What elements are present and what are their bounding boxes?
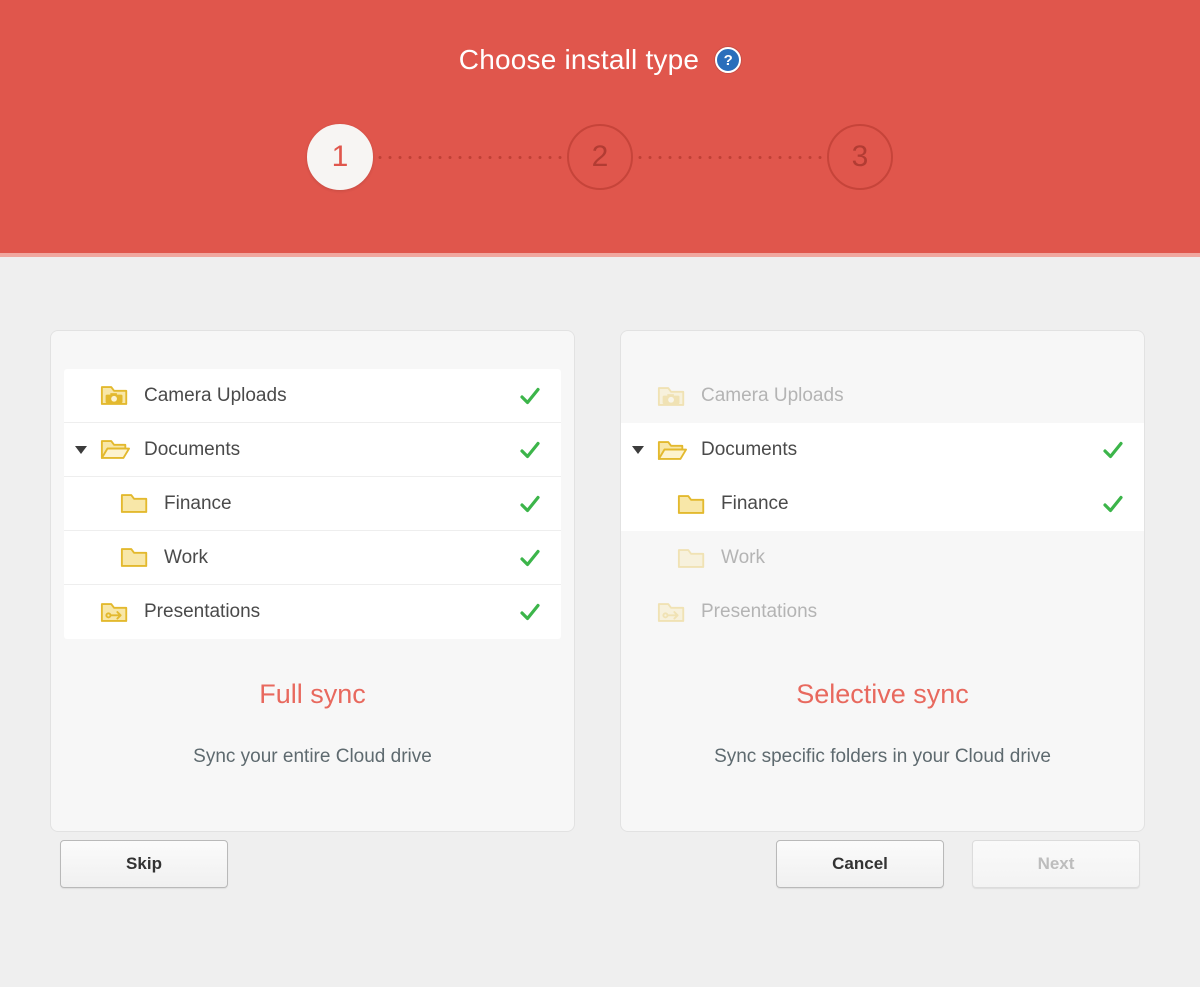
tree-row-label: Camera Uploads [701,385,844,406]
folder-tree: Camera Uploads Documents Finance Work Presen… [621,369,1144,639]
tree-row-label: Finance [721,493,789,514]
tree-row[interactable]: Work [64,531,561,585]
tree-row[interactable]: Finance [621,477,1144,531]
tree-row[interactable]: Presentations [64,585,561,639]
check-icon [1094,438,1144,462]
tree-row-label: Presentations [144,601,261,622]
next-button[interactable]: Next [972,840,1140,888]
check-icon [511,492,561,516]
install-type-cards: Camera Uploads Documents Finance Work Presen… [0,257,1200,832]
folder-icon [118,490,152,518]
step-1[interactable]: 1 [307,124,373,190]
folder-tree: Camera Uploads Documents Finance Work Presen… [51,369,574,639]
footer-right-buttons: Cancel Next [776,840,1140,888]
open-folder-icon [98,436,132,464]
folder-icon [118,544,152,572]
main-content: Camera Uploads Documents Finance Work Presen… [0,257,1200,983]
check-icon [1094,492,1144,516]
tree-row-label: Work [164,546,208,568]
step-2[interactable]: 2 [567,124,633,190]
step-indicator: 1 2 3 [0,124,1200,190]
camera-folder-icon [655,382,689,410]
help-circle-icon[interactable]: ? [715,47,742,73]
chevron-down-icon[interactable] [64,445,98,454]
open-folder-icon [655,436,689,464]
cancel-button[interactable]: Cancel [776,840,944,888]
check-icon [511,546,561,570]
tree-row-label: Camera Uploads [144,384,287,406]
chevron-down-icon[interactable] [621,446,655,454]
shared-folder-icon [98,598,132,626]
tree-row[interactable]: Presentations [621,585,1144,639]
tree-row[interactable]: Camera Uploads [64,369,561,423]
tree-row-label: Work [721,547,765,568]
check-icon [511,384,561,408]
step-connector [373,155,567,159]
tree-row-label: Documents [144,438,241,460]
tree-row-label: Finance [164,492,232,514]
tree-row-label: Documents [701,439,798,460]
skip-button[interactable]: Skip [60,840,228,888]
tree-row[interactable]: Work [621,531,1144,585]
wizard-header: Choose install type ? 1 2 3 [0,0,1200,257]
card-description: Sync your entire Cloud drive [193,746,432,767]
check-icon [511,438,561,462]
shared-folder-icon [655,598,689,626]
tree-row-label: Presentations [701,601,818,622]
tree-row[interactable]: Documents [621,423,1144,477]
install-option-full-sync[interactable]: Camera Uploads Documents Finance Work Presen… [50,330,575,832]
tree-row[interactable]: Camera Uploads [621,369,1144,423]
camera-folder-icon [98,382,132,410]
step-3[interactable]: 3 [827,124,893,190]
card-title: Selective sync [796,679,969,709]
card-description: Sync specific folders in your Cloud driv… [714,746,1051,767]
wizard-footer: Skip Cancel Next [0,819,1200,909]
tree-row[interactable]: Documents [64,423,561,477]
step-connector [633,155,827,159]
folder-icon [675,544,709,572]
card-title: Full sync [259,679,366,709]
header-title-row: Choose install type ? [0,0,1200,76]
folder-icon [675,490,709,518]
page-title: Choose install type [458,44,700,75]
check-icon [511,600,561,624]
install-option-selective-sync[interactable]: Camera Uploads Documents Finance Work Presen… [620,330,1145,832]
tree-row[interactable]: Finance [64,477,561,531]
